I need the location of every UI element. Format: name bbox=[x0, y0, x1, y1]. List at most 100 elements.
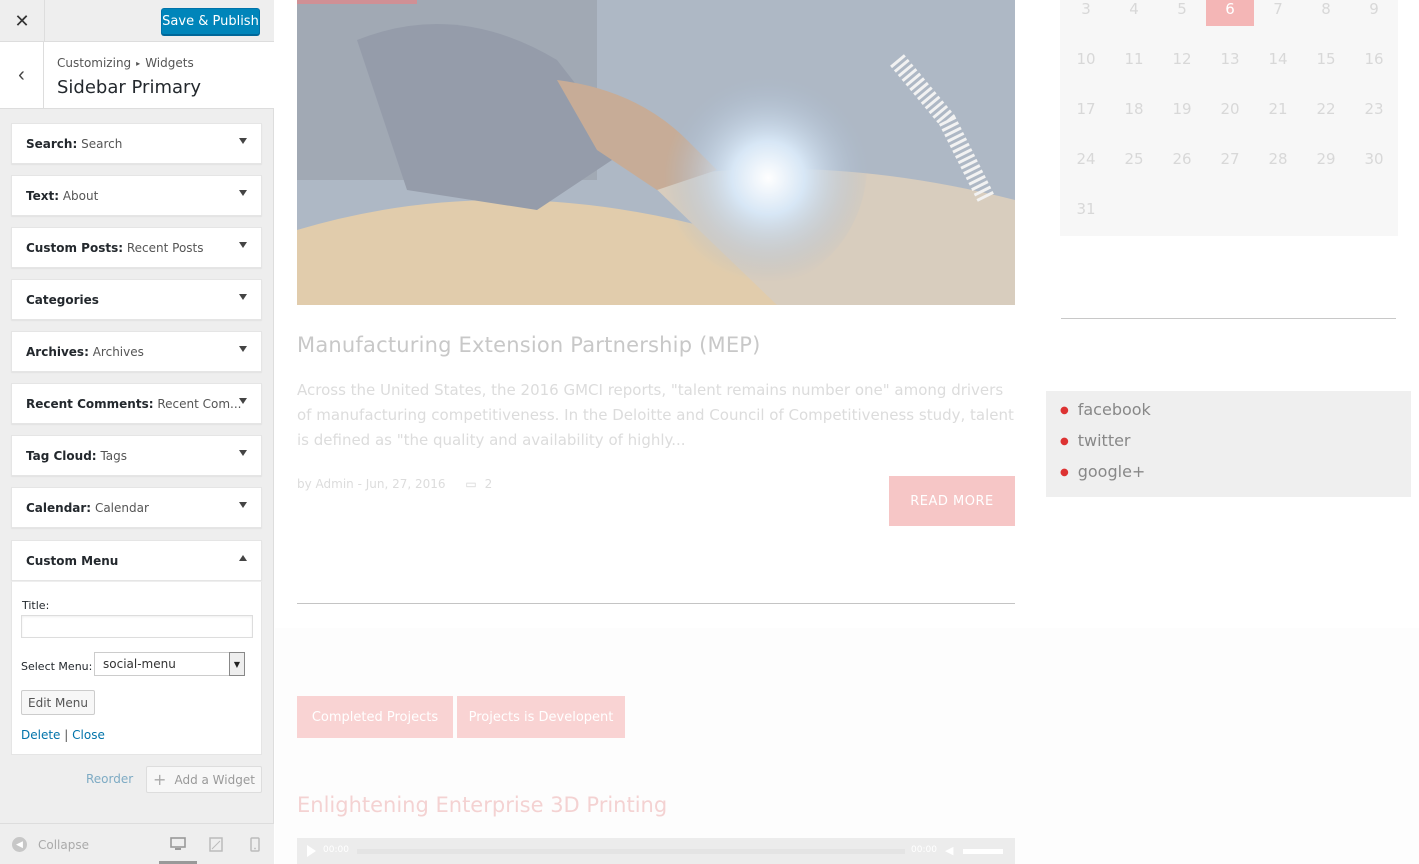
calendar-day[interactable]: 18 bbox=[1110, 92, 1158, 126]
social-label: google+ bbox=[1077, 462, 1146, 481]
calendar-day[interactable]: 11 bbox=[1110, 42, 1158, 76]
calendar-day[interactable]: 14 bbox=[1254, 42, 1302, 76]
calendar-day[interactable]: 7 bbox=[1254, 0, 1302, 26]
mobile-preview-icon[interactable] bbox=[246, 836, 264, 852]
post-meta: by Admin - Jun, 27, 2016 ▭ 2 bbox=[297, 477, 492, 491]
calendar-day[interactable]: 30 bbox=[1350, 142, 1398, 176]
back-arrow-icon[interactable]: ‹ bbox=[0, 42, 44, 109]
comment-count[interactable]: 2 bbox=[485, 477, 493, 491]
calendar-day[interactable]: 13 bbox=[1206, 42, 1254, 76]
widget-title: Search bbox=[81, 137, 123, 151]
sidebar-divider bbox=[1061, 318, 1396, 319]
calendar-day[interactable]: 29 bbox=[1302, 142, 1350, 176]
calendar-day[interactable]: 8 bbox=[1302, 0, 1350, 26]
tab-completed-projects[interactable]: Completed Projects bbox=[297, 696, 453, 738]
calendar-widget: 3 4 5 6 7 8 9 10 11 12 13 14 15 16 17 18 19 20 21 22 23 24 25 2… bbox=[1060, 0, 1398, 236]
calendar-day[interactable]: 24 bbox=[1062, 142, 1110, 176]
expand-arrow-icon[interactable] bbox=[239, 502, 247, 508]
tab-projects-development[interactable]: Projects is Developent bbox=[457, 696, 625, 738]
calendar-day[interactable]: 10 bbox=[1062, 42, 1110, 76]
widget-actions: Delete | Close bbox=[21, 728, 105, 742]
calendar-day[interactable]: 5 bbox=[1158, 0, 1206, 26]
social-label: facebook bbox=[1077, 400, 1151, 419]
widget-tag-cloud[interactable]: Tag Cloud: Tags bbox=[11, 435, 262, 476]
widget-text[interactable]: Text: About bbox=[11, 175, 262, 216]
title-input[interactable] bbox=[21, 615, 253, 638]
expand-arrow-icon[interactable] bbox=[239, 242, 247, 248]
widget-type: Text: bbox=[26, 189, 60, 203]
calendar-day[interactable]: 4 bbox=[1110, 0, 1158, 26]
calendar-day[interactable]: 31 bbox=[1062, 192, 1110, 226]
collapse-label[interactable]: Collapse bbox=[38, 838, 89, 852]
delete-link[interactable]: Delete bbox=[21, 728, 60, 742]
calendar-day[interactable]: 22 bbox=[1302, 92, 1350, 126]
select-menu-dropdown[interactable]: social-menu ▼ bbox=[94, 652, 245, 676]
breadcrumb-separator: ▸ bbox=[136, 59, 141, 68]
collapse-icon[interactable]: ◀ bbox=[12, 837, 27, 852]
projects-band bbox=[275, 628, 1419, 864]
save-publish-button[interactable]: Save & Publish bbox=[161, 8, 260, 35]
calendar-day[interactable]: 26 bbox=[1158, 142, 1206, 176]
calendar-day-today[interactable]: 6 bbox=[1206, 0, 1254, 26]
expand-arrow-icon[interactable] bbox=[239, 398, 247, 404]
calendar-day[interactable]: 23 bbox=[1350, 92, 1398, 126]
social-item-facebook[interactable]: ● facebook bbox=[1060, 400, 1151, 419]
play-icon[interactable] bbox=[307, 845, 316, 857]
select-menu-value: social-menu bbox=[103, 657, 176, 671]
volume-icon[interactable]: ◀ bbox=[945, 844, 953, 857]
widget-categories[interactable]: Categories bbox=[11, 279, 262, 320]
calendar-day[interactable]: 12 bbox=[1158, 42, 1206, 76]
social-item-twitter[interactable]: ● twitter bbox=[1060, 431, 1131, 450]
close-link[interactable]: Close bbox=[72, 728, 105, 742]
calendar-day[interactable]: 25 bbox=[1110, 142, 1158, 176]
desktop-preview-icon[interactable] bbox=[169, 836, 187, 852]
add-widget-button[interactable]: + Add a Widget bbox=[146, 766, 262, 793]
widget-title: Calendar bbox=[94, 501, 149, 515]
calendar-day[interactable]: 17 bbox=[1062, 92, 1110, 126]
audio-progress-track[interactable] bbox=[357, 849, 905, 854]
title-label: Title: bbox=[22, 599, 50, 612]
bullet-icon: ● bbox=[1060, 436, 1069, 447]
calendar-day[interactable]: 15 bbox=[1302, 42, 1350, 76]
widget-custom-menu[interactable]: Custom Menu bbox=[11, 540, 262, 581]
social-label: twitter bbox=[1077, 431, 1131, 450]
edit-menu-button[interactable]: Edit Menu bbox=[21, 690, 95, 715]
widget-custom-posts[interactable]: Custom Posts: Recent Posts bbox=[11, 227, 262, 268]
dropdown-arrow-icon[interactable]: ▼ bbox=[229, 652, 245, 676]
audio-player: 00:00 00:00 ◀ bbox=[297, 838, 1015, 864]
widget-recent-comments[interactable]: Recent Comments: Recent Com... bbox=[11, 383, 262, 424]
widget-title: Recent Com... bbox=[157, 397, 242, 411]
widget-archives[interactable]: Archives: Archives bbox=[11, 331, 262, 372]
tablet-preview-icon[interactable] bbox=[207, 836, 225, 852]
reorder-link[interactable]: Reorder bbox=[86, 772, 133, 786]
breadcrumb-customizing: Customizing bbox=[57, 56, 132, 70]
calendar-day[interactable]: 20 bbox=[1206, 92, 1254, 126]
expand-arrow-icon[interactable] bbox=[239, 138, 247, 144]
expand-arrow-icon[interactable] bbox=[239, 450, 247, 456]
site-preview: Manufacturing Extension Partnership (MEP… bbox=[275, 0, 1419, 864]
close-icon[interactable]: ✕ bbox=[0, 0, 45, 42]
expand-arrow-icon[interactable] bbox=[239, 190, 247, 196]
widget-type: Archives: bbox=[26, 345, 89, 359]
content-divider bbox=[297, 603, 1015, 604]
widget-search[interactable]: Search: Search bbox=[11, 123, 262, 164]
collapse-arrow-icon[interactable] bbox=[239, 555, 247, 561]
calendar-day[interactable]: 27 bbox=[1206, 142, 1254, 176]
calendar-day[interactable]: 9 bbox=[1350, 0, 1398, 26]
customizer-footer: ◀ Collapse bbox=[0, 823, 274, 864]
expand-arrow-icon[interactable] bbox=[239, 294, 247, 300]
volume-slider[interactable] bbox=[963, 849, 1003, 854]
add-widget-label: Add a Widget bbox=[174, 772, 255, 787]
social-item-google-plus[interactable]: ● google+ bbox=[1060, 462, 1145, 481]
calendar-day[interactable]: 16 bbox=[1350, 42, 1398, 76]
calendar-day[interactable]: 3 bbox=[1062, 0, 1110, 26]
widget-calendar[interactable]: Calendar: Calendar bbox=[11, 487, 262, 528]
bullet-icon: ● bbox=[1060, 405, 1069, 416]
post-title[interactable]: Manufacturing Extension Partnership (MEP… bbox=[297, 333, 761, 357]
calendar-day[interactable]: 19 bbox=[1158, 92, 1206, 126]
calendar-day[interactable]: 21 bbox=[1254, 92, 1302, 126]
expand-arrow-icon[interactable] bbox=[239, 346, 247, 352]
calendar-day[interactable]: 28 bbox=[1254, 142, 1302, 176]
read-more-button[interactable]: READ MORE bbox=[889, 476, 1015, 526]
post-title-2[interactable]: Enlightening Enterprise 3D Printing bbox=[297, 793, 667, 817]
